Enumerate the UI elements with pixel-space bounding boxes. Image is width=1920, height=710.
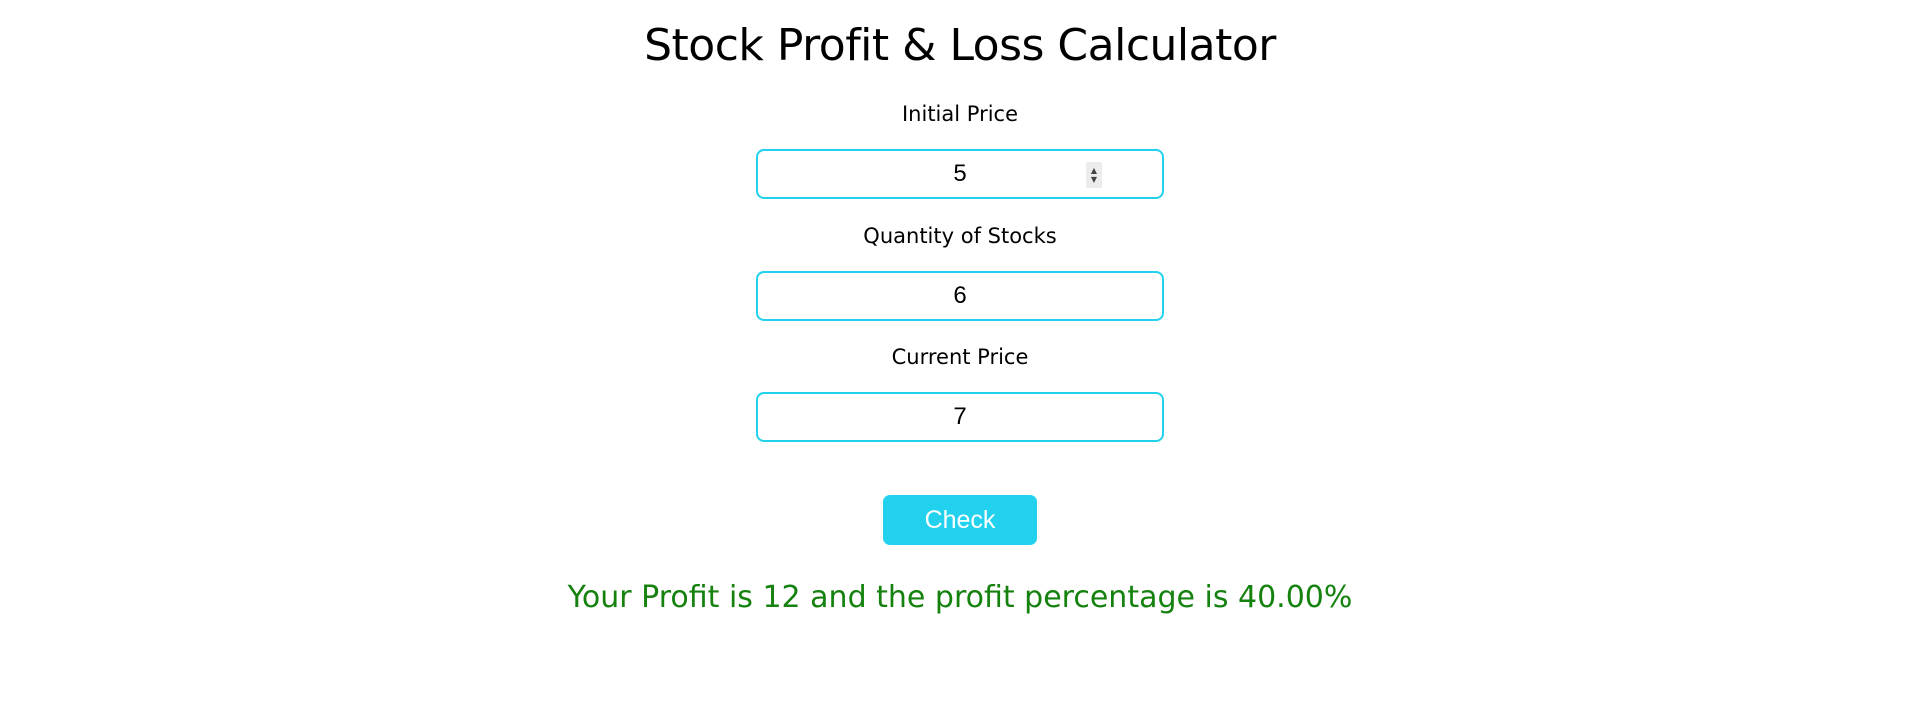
- quantity-label: Quantity of Stocks: [863, 224, 1057, 248]
- current-price-label: Current Price: [891, 345, 1029, 369]
- check-button[interactable]: Check: [883, 495, 1037, 545]
- number-spinner[interactable]: ▲ ▼: [1086, 162, 1102, 188]
- current-price-input[interactable]: [758, 394, 1162, 440]
- current-price-field[interactable]: [756, 392, 1164, 442]
- page-title: Stock Profit & Loss Calculator: [644, 20, 1276, 71]
- quantity-input[interactable]: [758, 273, 1162, 319]
- spinner-down-icon[interactable]: ▼: [1091, 175, 1097, 184]
- initial-price-label: Initial Price: [901, 102, 1018, 126]
- calculator-app: Stock Profit & Loss Calculator Initial P…: [0, 0, 1920, 710]
- initial-price-field[interactable]: ▲ ▼: [756, 149, 1164, 199]
- quantity-field[interactable]: [756, 271, 1164, 321]
- result-message: Your Profit is 12 and the profit percent…: [567, 580, 1353, 615]
- spinner-up-icon[interactable]: ▲: [1091, 166, 1097, 175]
